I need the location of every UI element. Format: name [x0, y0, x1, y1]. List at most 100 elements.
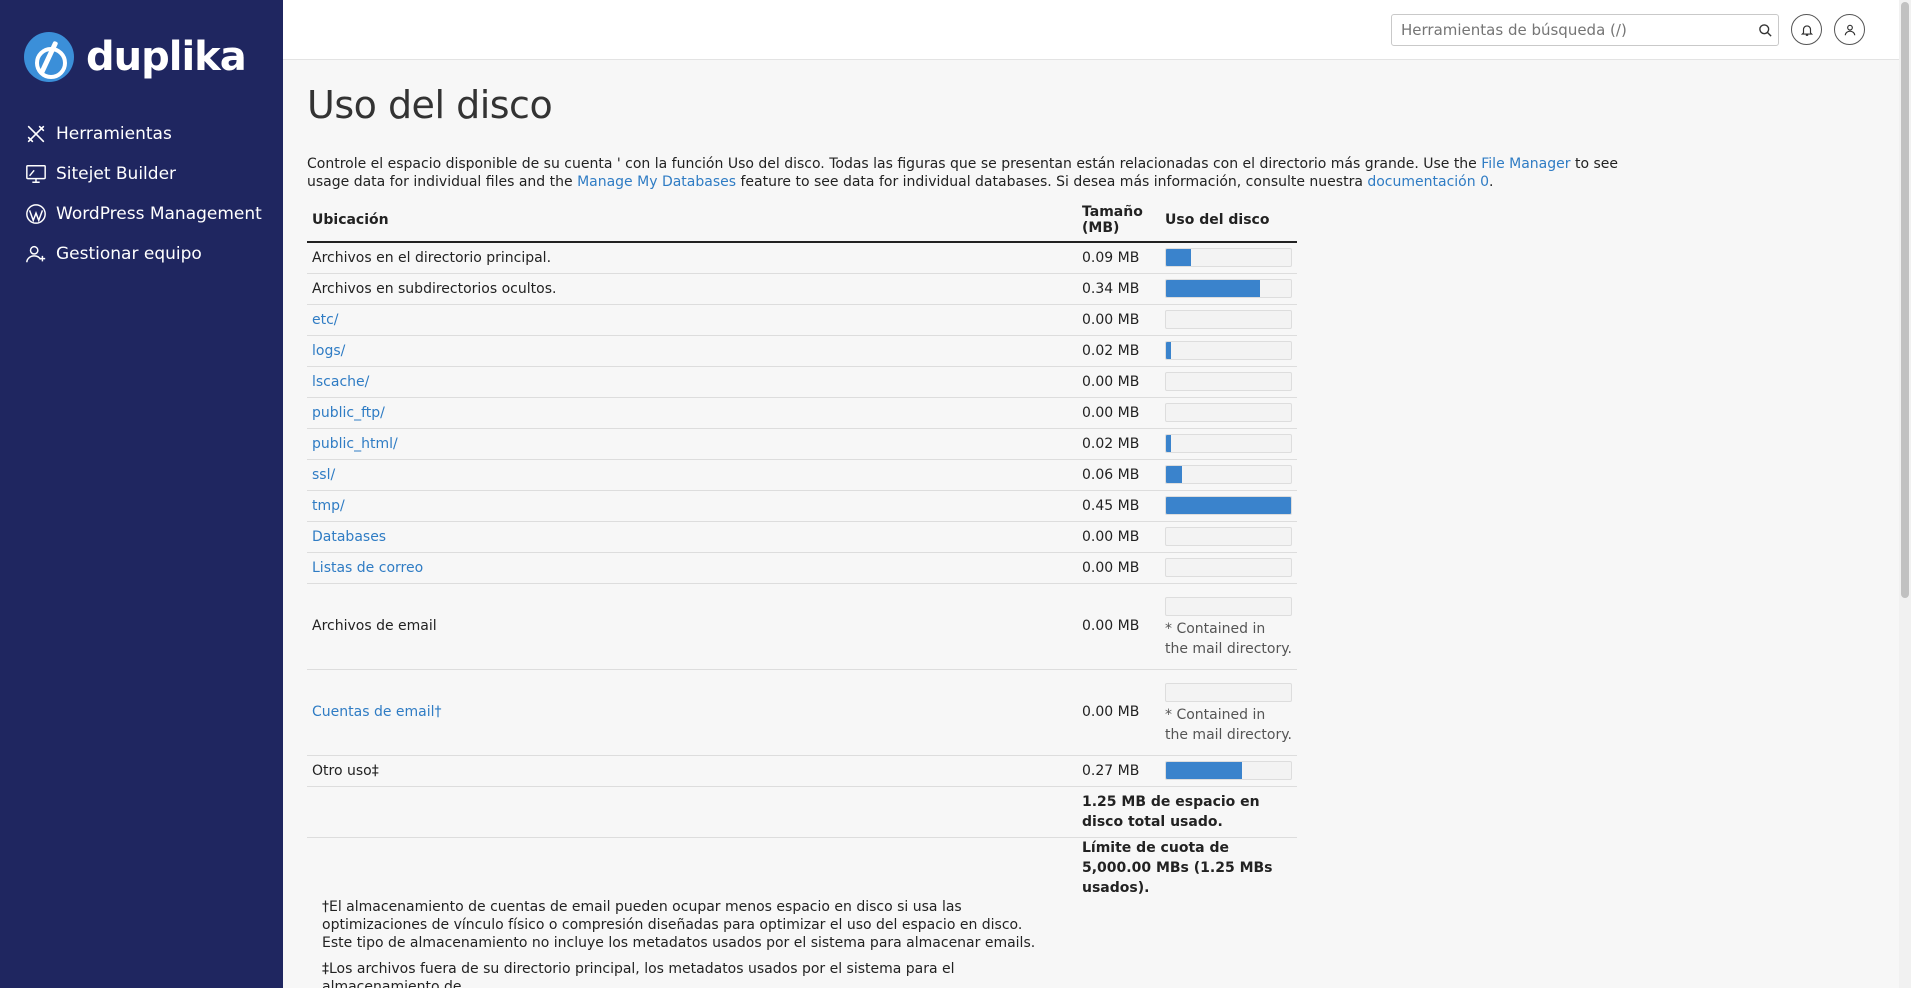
usage-note: * Contained in the mail directory.: [1165, 621, 1292, 657]
page-intro: Controle el espacio disponible de su cue…: [307, 155, 1627, 191]
usage-bar-fill: [1166, 435, 1171, 452]
summary-spacer: [307, 837, 1077, 898]
usage-bar-fill: [1166, 249, 1191, 267]
table-row: Archivos de email 0.00 MB * Contained in t…: [307, 583, 1297, 670]
size-cell: 0.00 MB: [1077, 304, 1160, 336]
page-scrollbar[interactable]: [1899, 0, 1911, 988]
usage-cell: [1160, 459, 1297, 491]
table-row: logs/0.02 MB: [307, 335, 1297, 367]
usage-bar: [1165, 372, 1292, 391]
user-menu-button[interactable]: [1834, 14, 1865, 45]
size-cell: 0.00 MB: [1077, 366, 1160, 398]
usage-bar: [1165, 434, 1292, 453]
page-title: Uso del disco: [307, 83, 553, 127]
wordpress-icon: [24, 202, 48, 226]
column-header-location[interactable]: Ubicación: [307, 198, 1077, 243]
location-label: Archivos de email: [312, 618, 437, 634]
intro-text: Controle el espacio disponible de su cue…: [307, 156, 1482, 172]
sidebar-item-label: Gestionar equipo: [56, 244, 202, 264]
usage-bar: [1165, 341, 1292, 360]
footnote-email-storage: †El almacenamiento de cuentas de email p…: [322, 898, 1036, 951]
user-icon: [1844, 24, 1855, 35]
usage-bar: [1165, 683, 1292, 702]
table-row: ssl/0.06 MB: [307, 459, 1297, 491]
location-link[interactable]: Cuentas de email†: [312, 704, 442, 720]
usage-bar-fill: [1166, 280, 1261, 297]
usage-bar: [1165, 310, 1292, 329]
size-cell: 0.00 MB: [1077, 669, 1160, 756]
search-input[interactable]: [1392, 16, 1752, 44]
table-row: Archivos en subdirectorios ocultos. 0.34 …: [307, 273, 1297, 305]
location-link[interactable]: etc/: [312, 312, 339, 328]
tools-icon: [24, 122, 48, 146]
location-cell: tmp/: [307, 490, 1077, 522]
location-label: Archivos en subdirectorios ocultos.: [312, 280, 557, 297]
column-header-size[interactable]: Tamaño (MB): [1077, 198, 1160, 243]
sidebar-item-label: Sitejet Builder: [56, 164, 177, 184]
sidebar-item-wordpress[interactable]: WordPress Management: [0, 194, 283, 234]
usage-bar-fill: [1166, 762, 1243, 779]
location-cell: Databases: [307, 521, 1077, 553]
manage-databases-link[interactable]: Manage My Databases: [577, 174, 736, 190]
location-cell: public_html/: [307, 428, 1077, 460]
location-link[interactable]: tmp/: [312, 498, 345, 514]
size-cell: 0.02 MB: [1077, 335, 1160, 367]
user-add-icon: [24, 242, 48, 266]
search-icon[interactable]: [1752, 23, 1778, 38]
search-box[interactable]: [1391, 14, 1779, 46]
scrollbar-thumb[interactable]: [1901, 2, 1909, 598]
location-cell: ssl/: [307, 459, 1077, 491]
documentation-label: documentación: [1367, 174, 1476, 190]
location-link[interactable]: logs/: [312, 343, 345, 359]
usage-cell: [1160, 755, 1297, 787]
quota-limit: Límite de cuota de 5,000.00 MBs (1.25 MB…: [1082, 839, 1273, 896]
usage-bar: [1165, 527, 1292, 546]
usage-bar: [1165, 761, 1292, 780]
documentation-link[interactable]: documentación 0: [1367, 174, 1489, 190]
table-row: Listas de correo 0.00 MB: [307, 552, 1297, 584]
usage-bar: [1165, 248, 1292, 268]
total-usage: 1.25 MB de espacio en disco total usado.: [1077, 786, 1297, 838]
usage-cell: [1160, 304, 1297, 336]
brand-logo[interactable]: duplika: [0, 0, 283, 114]
notifications-button[interactable]: [1791, 14, 1822, 45]
sidebar-item-sitejet[interactable]: Sitejet Builder: [0, 154, 283, 194]
size-cell: 0.02 MB: [1077, 428, 1160, 460]
table-row: public_html/0.02 MB: [307, 428, 1297, 460]
location-cell: Listas de correo: [307, 552, 1077, 584]
usage-cell: [1160, 397, 1297, 429]
location-link[interactable]: public_html/: [312, 436, 398, 452]
main-content: Uso del disco Controle el espacio dispon…: [307, 60, 1887, 988]
location-cell: public_ftp/: [307, 397, 1077, 429]
footnote-other-usage: ‡Los archivos fuera de su directorio pri…: [322, 960, 955, 988]
location-cell: logs/: [307, 335, 1077, 367]
location-link[interactable]: Listas de correo: [312, 560, 423, 576]
size-cell: 0.00 MB: [1077, 397, 1160, 429]
size-cell: 0.27 MB: [1077, 755, 1160, 787]
usage-cell: [1160, 273, 1297, 305]
location-link[interactable]: ssl/: [312, 467, 335, 483]
location-link[interactable]: Databases: [312, 529, 386, 545]
disk-usage-table: Ubicación Tamaño (MB) Uso del disco Arch…: [307, 198, 1297, 898]
table-row: lscache/0.00 MB: [307, 366, 1297, 398]
usage-bar: [1165, 465, 1292, 484]
footnotes: †El almacenamiento de cuentas de email p…: [322, 898, 1052, 988]
usage-cell: * Contained in the mail directory.: [1160, 583, 1297, 670]
usage-cell: [1160, 242, 1297, 274]
file-manager-link[interactable]: File Manager: [1481, 156, 1570, 172]
usage-cell: [1160, 552, 1297, 584]
usage-cell: [1160, 490, 1297, 522]
top-bar: [283, 0, 1899, 60]
location-cell: Cuentas de email†: [307, 669, 1077, 756]
location-cell: Archivos en el directorio principal.: [307, 242, 1077, 274]
location-link[interactable]: lscache/: [312, 374, 369, 390]
location-label: Archivos en el directorio principal.: [312, 249, 552, 266]
usage-bar-fill: [1166, 342, 1171, 359]
intro-text: feature to see data for individual datab…: [736, 174, 1368, 190]
sidebar-item-gestionar-equipo[interactable]: Gestionar equipo: [0, 234, 283, 274]
sidebar-item-herramientas[interactable]: Herramientas: [0, 114, 283, 154]
usage-cell: [1160, 366, 1297, 398]
table-row: etc/0.00 MB: [307, 304, 1297, 336]
usage-bar: [1165, 597, 1292, 616]
location-link[interactable]: public_ftp/: [312, 405, 385, 421]
